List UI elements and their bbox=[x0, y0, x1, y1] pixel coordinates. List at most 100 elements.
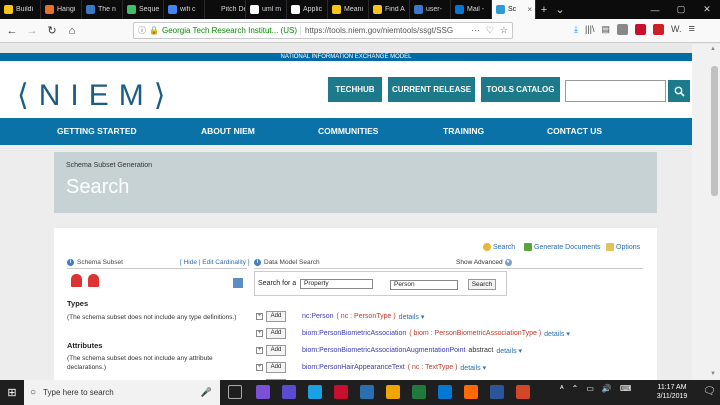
notifications-icon[interactable]: 🗨 bbox=[703, 386, 716, 397]
library-icon[interactable]: |||\ bbox=[585, 24, 595, 34]
reader-sidebar-icon[interactable]: ▤ bbox=[602, 24, 611, 35]
options-link[interactable]: Options bbox=[606, 243, 640, 251]
result-name[interactable]: biom:PersonHairAppearanceText bbox=[302, 364, 405, 371]
taskbar-search-input[interactable]: ○ Type here to search 🎤 bbox=[24, 380, 220, 405]
battery-icon[interactable]: ▭ bbox=[586, 384, 594, 393]
extension-icon[interactable] bbox=[617, 23, 629, 35]
pocket-icon[interactable]: ♡ bbox=[486, 25, 494, 36]
browser-tab[interactable]: wifi c bbox=[164, 0, 205, 19]
tab-strip-spacer[interactable] bbox=[568, 0, 642, 19]
techhub-button[interactable]: TECHHUB bbox=[328, 77, 382, 102]
browser-tab[interactable]: Find A bbox=[369, 0, 410, 19]
browser-tab[interactable]: Sc × bbox=[492, 0, 536, 19]
info-icon[interactable]: i bbox=[254, 259, 261, 266]
browser-tab[interactable]: Mail - bbox=[451, 0, 492, 19]
search-button[interactable]: Search bbox=[468, 279, 496, 290]
expand-plus-icon[interactable]: + bbox=[256, 364, 263, 371]
expand-plus-icon[interactable]: + bbox=[256, 347, 263, 354]
nav-training[interactable]: TRAINING bbox=[443, 126, 484, 136]
add-button[interactable]: Add bbox=[266, 311, 286, 322]
maximize-icon[interactable]: ▢ bbox=[668, 0, 694, 19]
scrollbar-thumb[interactable] bbox=[711, 66, 718, 196]
forward-icon[interactable]: → bbox=[24, 23, 40, 39]
current-release-button[interactable]: CURRENT RELEASE bbox=[388, 77, 475, 102]
folder-icon[interactable] bbox=[386, 385, 400, 399]
browser-tab[interactable]: Hangi bbox=[41, 0, 82, 19]
window-close-icon[interactable]: ✕ bbox=[694, 0, 720, 19]
search-term-input[interactable]: Person bbox=[390, 280, 458, 290]
volume-icon[interactable]: 🔊 bbox=[602, 384, 612, 393]
result-name[interactable]: biom:PersonBiometricAssociationAugmentat… bbox=[302, 347, 465, 354]
excel-icon[interactable] bbox=[412, 385, 426, 399]
page-actions-icon[interactable]: ··· bbox=[471, 25, 480, 36]
remove-subset-icon[interactable] bbox=[88, 274, 99, 287]
teams-icon[interactable] bbox=[282, 385, 296, 399]
add-button[interactable]: Add bbox=[266, 328, 286, 339]
add-button[interactable]: Add bbox=[266, 345, 286, 356]
media-icon[interactable] bbox=[360, 385, 374, 399]
details-link[interactable]: details ▾ bbox=[399, 313, 425, 321]
downloads-icon[interactable]: ⤓ bbox=[574, 24, 578, 35]
browser-tab[interactable]: user- bbox=[410, 0, 451, 19]
info-icon[interactable]: i bbox=[67, 259, 74, 266]
address-bar[interactable]: ⓘ 🔒 Georgia Tech Research Institut... (U… bbox=[133, 22, 513, 39]
home-icon[interactable]: ⌂ bbox=[64, 23, 80, 39]
nav-contact-us[interactable]: CONTACT US bbox=[547, 126, 602, 136]
browser-tab[interactable]: Pitch Deck bbox=[205, 0, 246, 19]
clear-subset-icon[interactable] bbox=[71, 274, 82, 287]
nav-getting-started[interactable]: GETTING STARTED bbox=[57, 126, 137, 136]
task-view-icon[interactable] bbox=[228, 385, 242, 399]
browser-tab[interactable]: Applic bbox=[287, 0, 328, 19]
browser-tab[interactable]: The n bbox=[82, 0, 123, 19]
windows-start-icon[interactable]: ⊞ bbox=[0, 380, 24, 405]
scroll-up-icon[interactable]: ▲ bbox=[710, 46, 716, 52]
details-link[interactable]: details ▾ bbox=[496, 347, 522, 355]
browser-tab[interactable]: Buildi bbox=[0, 0, 41, 19]
nav-communities[interactable]: COMMUNITIES bbox=[318, 126, 378, 136]
tray-overflow-icon[interactable]: ⌃ bbox=[572, 384, 579, 393]
firefox-icon[interactable] bbox=[464, 385, 478, 399]
menu-icon[interactable]: ≡ bbox=[689, 23, 695, 35]
word-icon[interactable] bbox=[490, 385, 504, 399]
new-tab-icon[interactable]: + bbox=[536, 0, 552, 19]
details-link[interactable]: details ▾ bbox=[544, 330, 570, 338]
search-icon[interactable] bbox=[668, 80, 690, 102]
hide-edit-cardinality-links[interactable]: [ Hide | Edit Cardinality ] bbox=[180, 259, 250, 266]
minimize-icon[interactable]: — bbox=[642, 0, 668, 19]
reload-icon[interactable]: ↻ bbox=[44, 23, 60, 39]
add-button[interactable]: Add bbox=[266, 362, 286, 373]
powerpoint-icon[interactable] bbox=[516, 385, 530, 399]
result-name[interactable]: biom:PersonBiometricAssociation bbox=[302, 330, 406, 337]
scroll-down-icon[interactable]: ▼ bbox=[710, 371, 716, 377]
result-name[interactable]: nc:Person bbox=[302, 313, 334, 320]
site-search-input[interactable] bbox=[565, 80, 666, 102]
keyboard-icon[interactable]: ⌨ bbox=[620, 384, 632, 393]
generate-documents-link[interactable]: Generate Documents bbox=[524, 243, 601, 251]
tab-close-icon[interactable]: × bbox=[527, 5, 532, 14]
search-link[interactable]: Search bbox=[483, 243, 515, 251]
clock[interactable]: 11:17 AM 3/11/2019 bbox=[648, 383, 696, 401]
people-icon[interactable]: ᴬ bbox=[560, 384, 564, 393]
network-icon[interactable] bbox=[308, 385, 322, 399]
schema-view-icon[interactable] bbox=[233, 278, 243, 288]
browser-tab[interactable]: uml m bbox=[246, 0, 287, 19]
niem-logo[interactable]: ⟨NIEM⟩ bbox=[17, 78, 175, 113]
lock-icon[interactable]: 🔒 bbox=[149, 26, 159, 35]
onenote-icon[interactable] bbox=[256, 385, 270, 399]
microphone-icon[interactable]: 🎤 bbox=[201, 387, 212, 398]
expand-plus-icon[interactable]: + bbox=[256, 330, 263, 337]
outlook-icon[interactable] bbox=[438, 385, 452, 399]
info-icon[interactable]: ⓘ bbox=[138, 25, 146, 36]
expand-plus-icon[interactable]: + bbox=[256, 313, 263, 320]
show-advanced-toggle[interactable]: Show Advanced ▾ bbox=[456, 259, 512, 266]
search-kind-field[interactable]: Property bbox=[300, 279, 373, 289]
adblock-icon[interactable] bbox=[635, 23, 647, 35]
browser-tab[interactable]: Seque bbox=[123, 0, 164, 19]
tab-overflow-icon[interactable]: ⌄ bbox=[552, 0, 568, 19]
skype-icon[interactable] bbox=[334, 385, 348, 399]
back-icon[interactable]: ← bbox=[4, 23, 20, 39]
nav-about-niem[interactable]: ABOUT NIEM bbox=[201, 126, 255, 136]
bookmark-star-icon[interactable]: ☆ bbox=[500, 25, 508, 36]
tools-catalog-button[interactable]: TOOLS CATALOG bbox=[481, 77, 560, 102]
browser-tab[interactable]: Meani bbox=[328, 0, 369, 19]
